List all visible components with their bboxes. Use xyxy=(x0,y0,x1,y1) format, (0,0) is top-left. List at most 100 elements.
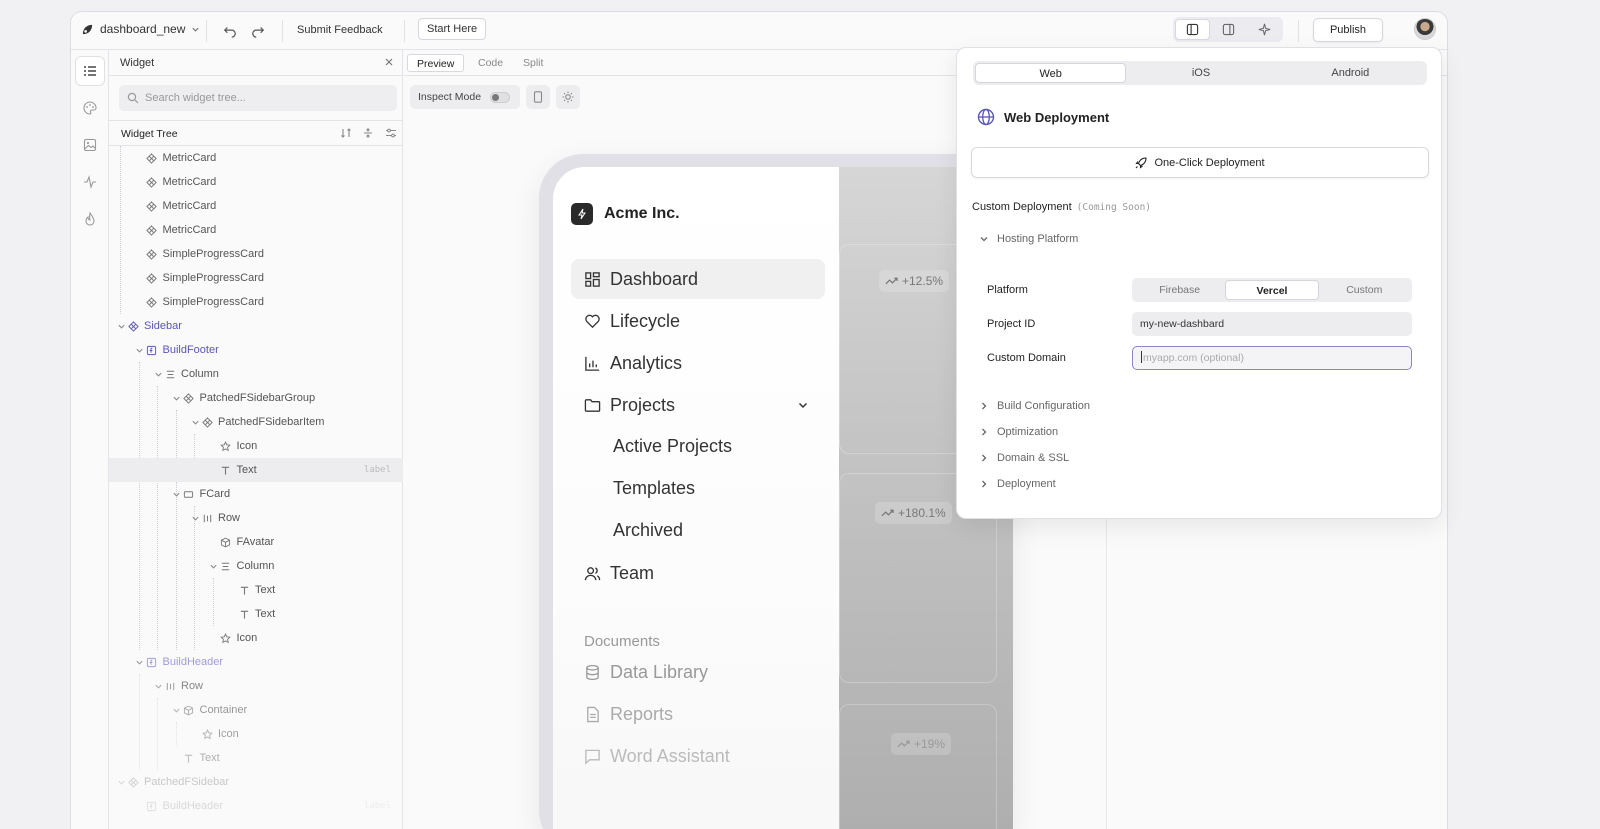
tab-split[interactable]: Split xyxy=(514,54,552,72)
nav-data-library[interactable]: Data Library xyxy=(571,652,825,692)
chevron-down-icon[interactable] xyxy=(134,658,146,667)
tree-node[interactable]: Icon xyxy=(109,434,403,458)
submit-feedback-button[interactable]: Submit Feedback xyxy=(297,24,383,36)
start-here-button[interactable]: Start Here xyxy=(418,18,487,40)
chevron-down-icon[interactable] xyxy=(115,322,127,331)
optimization-accordion[interactable]: Optimization xyxy=(979,426,1058,438)
chevron-down-icon[interactable] xyxy=(189,514,201,523)
tree-node[interactable]: Row xyxy=(109,674,403,698)
project-id-input[interactable]: my-new-dashbard xyxy=(1132,312,1412,336)
subnav-templates[interactable]: Templates xyxy=(613,478,695,499)
tree-node[interactable]: BuildHeader xyxy=(109,650,403,674)
ai-assistant-toggle[interactable] xyxy=(1248,19,1281,40)
tree-node[interactable]: PatchedFSidebarItem xyxy=(109,410,403,434)
tree-node[interactable]: FAvatar xyxy=(109,530,403,554)
user-avatar[interactable] xyxy=(1414,18,1436,40)
tree-node[interactable]: Column xyxy=(109,554,403,578)
chevron-down-icon[interactable] xyxy=(115,778,127,787)
chevron-down-icon[interactable] xyxy=(208,562,220,571)
tree-node[interactable]: SimpleProgressCard xyxy=(109,242,403,266)
tree-node[interactable]: PatchedFSidebar xyxy=(109,770,403,794)
tree-node[interactable]: MetricCard xyxy=(109,170,403,194)
tree-node[interactable]: SimpleProgressCard xyxy=(109,266,403,290)
chevron-down-icon[interactable] xyxy=(134,346,146,355)
tree-node[interactable]: BuildFooter xyxy=(109,338,403,362)
tree-node[interactable]: Icon xyxy=(109,722,403,746)
tree-node[interactable]: SimpleProgressCard xyxy=(109,290,403,314)
tree-node[interactable]: Sidebar xyxy=(109,314,403,338)
tree-node[interactable]: MetricCard xyxy=(109,218,403,242)
domain-ssl-accordion[interactable]: Domain & SSL xyxy=(979,452,1069,464)
close-icon[interactable] xyxy=(383,56,395,68)
nav-projects-label: Projects xyxy=(610,394,676,415)
tab-ios[interactable]: iOS xyxy=(1126,63,1275,83)
subnav-active-projects[interactable]: Active Projects xyxy=(613,436,732,457)
nav-word-assistant[interactable]: Word Assistant xyxy=(571,736,825,776)
heart-icon xyxy=(585,314,600,328)
rail-firebase[interactable] xyxy=(75,204,105,234)
tree-node-label: FAvatar xyxy=(236,536,275,548)
sort-icon[interactable] xyxy=(340,127,352,139)
undo-icon[interactable] xyxy=(221,22,239,40)
collapse-all-icon[interactable] xyxy=(362,127,374,139)
tree-node[interactable]: Column xyxy=(109,362,403,386)
tree-node[interactable]: Text xyxy=(109,578,403,602)
subnav-archived[interactable]: Archived xyxy=(613,520,683,541)
nav-reports[interactable]: Reports xyxy=(571,694,825,734)
nav-analytics[interactable]: Analytics xyxy=(571,343,825,383)
rail-theme[interactable] xyxy=(75,93,105,123)
rail-widget-tree[interactable] xyxy=(75,56,105,86)
nav-team-label: Team xyxy=(610,562,655,583)
host-option-custom[interactable]: Custom xyxy=(1319,280,1410,300)
tree-node[interactable]: FCard xyxy=(109,482,403,506)
filter-settings-icon[interactable] xyxy=(385,127,397,139)
chevron-down-icon[interactable] xyxy=(171,490,183,499)
nav-lifecycle[interactable]: Lifecycle xyxy=(571,301,825,341)
chevron-down-icon[interactable] xyxy=(171,706,183,715)
tree-node[interactable]: Row xyxy=(109,506,403,530)
tree-node[interactable]: Icon xyxy=(109,626,403,650)
rail-actions[interactable] xyxy=(75,167,105,197)
host-option-vercel[interactable]: Vercel xyxy=(1225,280,1319,300)
deployment-accordion[interactable]: Deployment xyxy=(979,478,1056,490)
tree-node[interactable]: MetricCard xyxy=(109,146,403,170)
rail-assets[interactable] xyxy=(75,130,105,160)
tree-node[interactable]: Text xyxy=(109,602,403,626)
redo-icon[interactable] xyxy=(249,22,267,40)
nav-projects[interactable]: Projects xyxy=(571,385,825,425)
nav-dashboard[interactable]: Dashboard xyxy=(571,259,825,299)
right-panel-toggle[interactable] xyxy=(1212,19,1245,40)
function-icon xyxy=(146,657,158,668)
theme-button[interactable] xyxy=(556,85,580,109)
tab-android[interactable]: Android xyxy=(1276,63,1425,83)
one-click-deploy-button[interactable]: One-Click Deployment xyxy=(971,147,1429,178)
custom-domain-input[interactable]: myapp.com (optional) xyxy=(1132,346,1412,370)
tree-node[interactable]: Text label xyxy=(109,458,403,482)
chevron-down-icon[interactable] xyxy=(189,418,201,427)
hosting-platform-accordion[interactable]: Hosting Platform xyxy=(979,233,1078,245)
nav-team[interactable]: Team xyxy=(571,553,825,593)
toggle-switch[interactable] xyxy=(490,92,510,103)
tree-node[interactable]: Text xyxy=(109,746,403,770)
tab-web[interactable]: Web xyxy=(975,63,1127,83)
tree-node[interactable]: BuildHeader label xyxy=(109,794,403,818)
tree-node[interactable]: PatchedFSidebarGroup xyxy=(109,386,403,410)
coming-soon-label: (Coming Soon) xyxy=(1076,202,1152,213)
chevron-down-icon[interactable] xyxy=(152,682,164,691)
chevron-down-icon[interactable] xyxy=(152,370,164,379)
left-panel-toggle[interactable] xyxy=(1175,19,1211,40)
tree-node[interactable]: MetricCard xyxy=(109,194,403,218)
chevron-down-icon[interactable] xyxy=(797,399,809,411)
tree-node[interactable]: Container xyxy=(109,698,403,722)
project-switcher[interactable]: dashboard_new xyxy=(81,22,200,36)
chevron-down-icon[interactable] xyxy=(171,394,183,403)
widget-search-input[interactable]: Search widget tree... xyxy=(119,85,397,111)
publish-button[interactable]: Publish xyxy=(1313,18,1383,42)
tab-code[interactable]: Code xyxy=(469,54,512,72)
inspect-mode-toggle[interactable]: Inspect Mode xyxy=(410,85,520,109)
component-icon xyxy=(146,224,158,236)
tab-preview[interactable]: Preview xyxy=(407,54,465,72)
device-button[interactable] xyxy=(526,85,550,109)
build-configuration-accordion[interactable]: Build Configuration xyxy=(979,400,1090,412)
host-option-firebase[interactable]: Firebase xyxy=(1134,280,1225,300)
